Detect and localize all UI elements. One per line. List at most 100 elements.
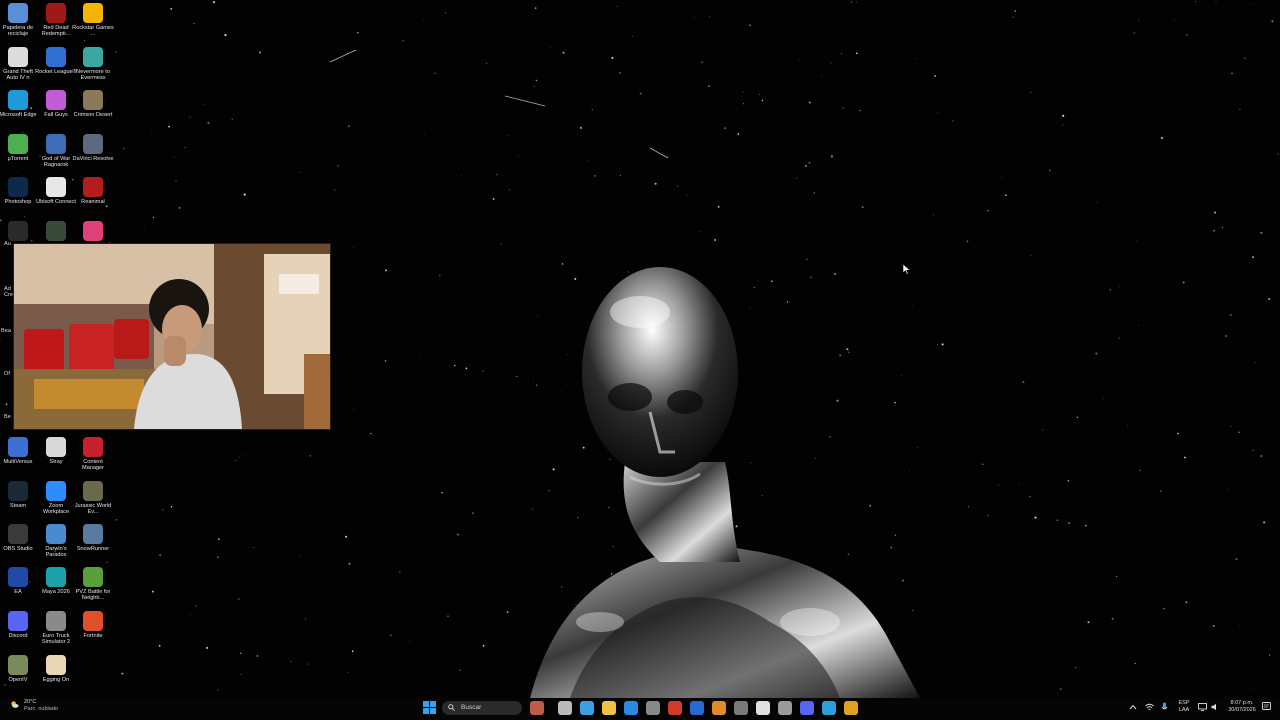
star [106, 561, 108, 563]
ms-store-icon[interactable] [624, 701, 638, 715]
desktop-icon[interactable]: Stray [35, 437, 77, 465]
file-explorer-icon[interactable] [602, 701, 616, 715]
volume-icon[interactable] [1211, 703, 1219, 711]
desktop-icon[interactable]: µTorrent [0, 134, 39, 162]
desktop-icon[interactable]: Maya 2026 [35, 567, 77, 595]
desktop-icon[interactable]: OpenIV [0, 655, 39, 683]
chrome-icon[interactable] [844, 701, 858, 715]
desktop-icon[interactable] [0, 221, 39, 243]
widget-icon[interactable] [530, 701, 544, 715]
copilot-icon[interactable] [580, 701, 594, 715]
desktop-icon[interactable]: EA [0, 567, 39, 595]
star [619, 174, 622, 176]
desktop-icon-label: DaVinci Resolve [72, 156, 114, 162]
desktop-icon[interactable]: MultiVersus [0, 437, 39, 465]
taskbar [0, 698, 1280, 720]
star [1268, 654, 1271, 656]
desktop-icon[interactable]: Photoshop [0, 177, 39, 205]
star [334, 189, 336, 191]
desktop-icon[interactable]: Fall Guys [35, 90, 77, 118]
desktop-icon[interactable]: Ubisoft Connect [35, 177, 77, 205]
star [1027, 288, 1028, 289]
star [419, 357, 420, 358]
desktop-icon[interactable]: Papelera de reciclaje [0, 3, 39, 38]
star [374, 86, 376, 87]
star [190, 614, 191, 616]
star [1011, 95, 1013, 97]
display-icon[interactable] [1198, 703, 1207, 711]
desktop-icon[interactable]: Nevermore to Evermess [72, 47, 114, 82]
microphone-icon[interactable] [1161, 702, 1168, 712]
desktop-icon[interactable]: Jurassic World Ev... [72, 481, 114, 516]
star [259, 51, 262, 54]
star [587, 160, 588, 162]
desktop-icon[interactable]: Discord [0, 611, 39, 639]
star [390, 634, 392, 637]
photoshop-taskbar-icon[interactable] [690, 701, 704, 715]
desktop-icon[interactable]: Steam [0, 481, 39, 509]
star [1067, 480, 1070, 482]
task-view-icon[interactable] [558, 701, 572, 715]
star [1250, 688, 1252, 690]
desktop-icon[interactable]: Egging On [35, 655, 77, 683]
star [966, 240, 969, 243]
chevron-up-icon[interactable] [1129, 704, 1137, 710]
desktop-icon[interactable]: God of War Ragnarok [35, 134, 77, 169]
star [449, 244, 451, 246]
star [454, 364, 456, 367]
clock[interactable]: 8:07 p.m. 30/07/2026 [1224, 700, 1260, 713]
desktop-icon[interactable]: Darwin's Paradox [35, 524, 77, 559]
desktop-icon[interactable]: Crimson Desert [72, 90, 114, 118]
star [758, 93, 760, 95]
notification-icon[interactable] [1262, 702, 1271, 712]
app-red-icon[interactable] [668, 701, 682, 715]
star [1051, 631, 1053, 633]
windows-start-icon[interactable] [423, 701, 436, 714]
desktop-icon[interactable]: DaVinci Resolve [72, 134, 114, 162]
star [1185, 601, 1188, 604]
notepad-icon[interactable] [756, 701, 770, 715]
desktop-icon[interactable]: Zoom Workplace [35, 481, 77, 516]
star [1195, 1, 1197, 3]
star [307, 663, 309, 665]
desktop-icon[interactable]: Fortnite [72, 611, 114, 639]
desktop-icon[interactable]: Microsoft Edge [0, 90, 39, 118]
star [422, 19, 424, 20]
desktop-icon[interactable] [72, 221, 114, 243]
edge-taskbar-icon[interactable] [822, 701, 836, 715]
star [16, 171, 18, 173]
openiv-icon [8, 655, 28, 675]
illustrator-icon[interactable] [712, 701, 726, 715]
desktop-icon[interactable] [35, 221, 77, 243]
webcam-overlay[interactable] [13, 243, 331, 430]
taskbar-search-box[interactable]: Buscar [442, 701, 522, 715]
desktop-icon[interactable]: Rocket League® [35, 47, 77, 75]
star [830, 155, 833, 158]
network-icon[interactable] [1145, 703, 1154, 711]
desktop-icon[interactable]: Reanimal [72, 177, 114, 205]
app-gray-icon[interactable] [734, 701, 748, 715]
desktop-icon[interactable]: Content Manager [72, 437, 114, 472]
desktop-icon[interactable]: Grand Theft Auto IV n [0, 47, 39, 82]
star [1134, 663, 1136, 665]
star [850, 1, 853, 3]
desktop-icon[interactable]: SnowRunner [72, 524, 114, 552]
star [1230, 425, 1232, 427]
desktop-icon-label: Stray [49, 459, 63, 465]
star [1244, 199, 1245, 201]
jurassic-icon [83, 481, 103, 501]
desktop-icon[interactable]: Red Dead Redempti... [35, 3, 77, 38]
desktop-icon[interactable]: Rockstar Games ... [72, 3, 114, 38]
input-language[interactable]: ESP LAA [1175, 700, 1193, 713]
desktop-icon[interactable]: OBS Studio [0, 524, 39, 552]
desktop-icon[interactable]: Euro Truck Simulator 2 [35, 611, 77, 646]
gear-taskbar-icon[interactable] [778, 701, 792, 715]
star [184, 146, 186, 149]
star [1268, 297, 1271, 301]
star [934, 75, 936, 77]
edge-icon [8, 90, 28, 110]
star [215, 25, 217, 27]
desktop-icon[interactable]: PVZ Battle for Neighb... [72, 567, 114, 602]
discord-taskbar-icon[interactable] [800, 701, 814, 715]
settings-icon[interactable] [646, 701, 660, 715]
